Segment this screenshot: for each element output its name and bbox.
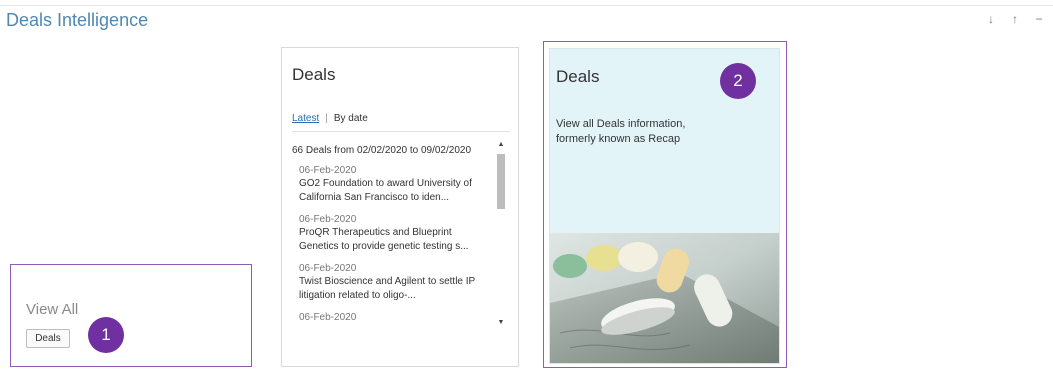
annotation-badge-1: 1 <box>88 317 124 353</box>
minimize-icon[interactable]: − <box>1031 12 1047 26</box>
deals-promo-card[interactable]: Deals View all Deals information, former… <box>549 48 780 364</box>
scroll-down-icon[interactable]: ▼ <box>496 318 506 328</box>
move-up-icon[interactable]: ↑ <box>1007 12 1023 26</box>
deals-promo-description: View all Deals information, formerly kno… <box>556 118 686 145</box>
list-item[interactable]: 06-Feb-2020 GO2 Foundation to award Univ… <box>299 164 492 205</box>
tab-separator: | <box>325 113 328 124</box>
deal-headline[interactable]: GO2 Foundation to award University of Ca… <box>299 177 492 205</box>
deals-list-scrollbar[interactable]: ▲ ▼ <box>496 140 506 328</box>
view-all-label: View All <box>26 301 79 318</box>
deals-promo-title: Deals <box>556 67 600 86</box>
page-title: Deals Intelligence <box>6 10 149 30</box>
scroll-up-icon[interactable]: ▲ <box>496 140 506 150</box>
deal-headline[interactable]: ProQR Therapeutics and Blueprint Genetic… <box>299 226 492 254</box>
window-controls: ↓ ↑ − <box>983 12 1047 26</box>
deals-tabs: Latest | By date <box>292 113 368 124</box>
deal-date: 06-Feb-2020 <box>299 165 357 176</box>
deals-card: Deals Latest | By date 66 Deals from 02/02… <box>281 47 519 367</box>
list-item[interactable]: 06-Feb-2020 <box>299 311 492 324</box>
pills-and-money-photo <box>550 233 779 363</box>
deal-headline[interactable]: Twist Bioscience and Agilent to settle I… <box>299 275 492 303</box>
deals-summary: 66 Deals from 02/02/2020 to 09/02/2020 <box>292 145 472 156</box>
annotation-badge-2: 2 <box>720 63 756 99</box>
deal-date: 06-Feb-2020 <box>299 263 357 274</box>
deals-promo-annotation: Deals View all Deals information, former… <box>543 41 787 368</box>
tab-latest[interactable]: Latest <box>292 113 319 124</box>
deal-date: 06-Feb-2020 <box>299 312 357 323</box>
view-all-panel: View All Deals 1 <box>10 264 252 367</box>
deals-card-title: Deals <box>292 65 336 84</box>
scrollbar-thumb[interactable] <box>497 154 505 209</box>
tabs-divider <box>292 131 510 132</box>
deals-list[interactable]: 06-Feb-2020 GO2 Foundation to award Univ… <box>299 164 492 334</box>
move-down-icon[interactable]: ↓ <box>983 12 999 26</box>
tab-by-date[interactable]: By date <box>334 113 368 124</box>
deal-date: 06-Feb-2020 <box>299 214 357 225</box>
header-divider <box>0 5 1053 6</box>
list-item[interactable]: 06-Feb-2020 Twist Bioscience and Agilent… <box>299 262 492 303</box>
deals-button[interactable]: Deals <box>26 329 70 348</box>
list-item[interactable]: 06-Feb-2020 ProQR Therapeutics and Bluep… <box>299 213 492 254</box>
